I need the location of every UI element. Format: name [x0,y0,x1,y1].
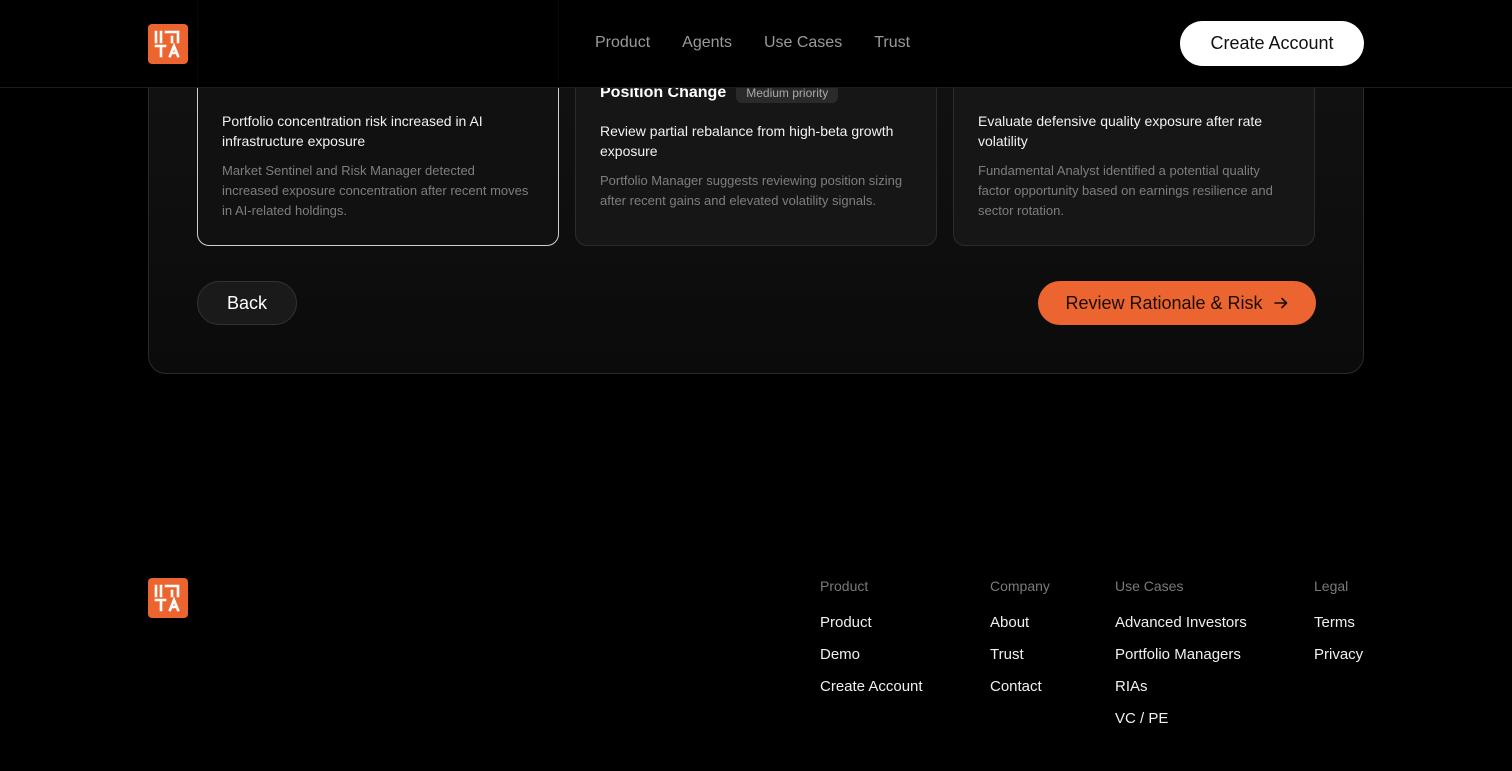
footer-heading: Product [820,578,869,594]
footer-logo[interactable] [148,578,188,618]
back-button[interactable]: Back [197,281,297,325]
review-button-label: Review Rationale & Risk [1065,292,1263,313]
brand-logo-mark [154,30,180,58]
card-subtitle: Review partial rebalance from high-beta … [600,123,894,159]
footer-link-trust[interactable]: Trust [990,646,1050,678]
footer-logo-mark [154,584,180,612]
site-header: Product Agents Use Cases Trust Create Ac… [0,0,1512,88]
back-button-label: Back [226,292,268,313]
card-description: Market Sentinel and Risk Manager detecte… [222,163,529,218]
review-rationale-risk-button[interactable]: Review Rationale & Risk [1038,281,1316,325]
card-description: Fundamental Analyst identified a potenti… [978,163,1273,218]
footer-link-advanced-investors[interactable]: Advanced Investors [1115,614,1247,646]
footer-link-rias[interactable]: RIAs [1115,678,1247,710]
footer-column-product: Product Product Demo Create Account [820,578,923,710]
footer-link-terms[interactable]: Terms [1314,614,1363,646]
card-description: Portfolio Manager suggests reviewing pos… [600,173,903,208]
nav-trust[interactable]: Trust [874,34,910,52]
footer-link-about[interactable]: About [990,614,1050,646]
footer-column-company: Company About Trust Contact [990,578,1050,710]
footer-heading: Use Cases [1115,578,1184,594]
footer-heading: Company [990,578,1050,594]
footer-heading: Legal [1314,578,1349,594]
footer-link-vc-pe[interactable]: VC / PE [1115,710,1247,742]
main-nav: Product Agents Use Cases Trust [595,34,910,52]
create-account-button[interactable]: Create Account [1180,21,1364,66]
footer-column-use-cases: Use Cases Advanced Investors Portfolio M… [1115,578,1247,742]
nav-product[interactable]: Product [595,34,650,52]
footer-link-privacy[interactable]: Privacy [1314,646,1363,678]
arrow-right-icon [1273,295,1289,311]
brand-logo[interactable] [148,24,188,64]
footer-column-legal: Legal Terms Privacy [1314,578,1363,678]
card-subtitle: Evaluate defensive quality exposure afte… [978,113,1263,149]
footer-link-create-account[interactable]: Create Account [820,678,923,710]
nav-agents[interactable]: Agents [682,34,732,52]
footer-link-product[interactable]: Product [820,614,923,646]
card-subtitle: Portfolio concentration risk increased i… [222,113,483,149]
footer-link-portfolio-managers[interactable]: Portfolio Managers [1115,646,1247,678]
footer-link-contact[interactable]: Contact [990,678,1050,710]
nav-use-cases[interactable]: Use Cases [764,34,842,52]
footer-link-demo[interactable]: Demo [820,646,923,678]
